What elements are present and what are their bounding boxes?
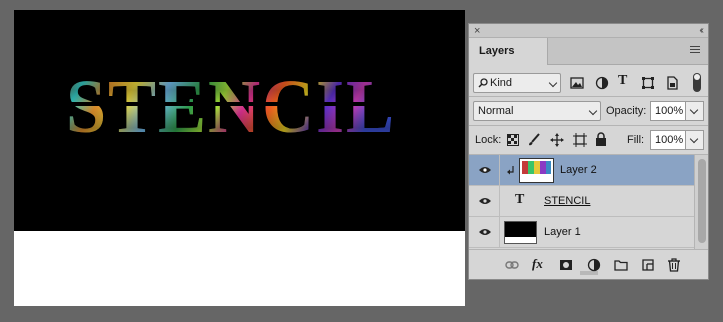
layer-thumbnail — [504, 221, 537, 244]
layers-list: Layer 2 T STENCIL Layer 1 — [469, 155, 694, 249]
lock-label: Lock: — [475, 134, 502, 146]
add-mask-icon[interactable] — [559, 258, 573, 272]
visibility-toggle[interactable] — [469, 155, 500, 186]
blend-mode-select[interactable]: Normal — [473, 101, 601, 121]
collapse-panel-icon[interactable]: ‹‹ — [699, 24, 703, 38]
tab-layers[interactable]: Layers — [469, 38, 548, 65]
lock-artboard-icon[interactable] — [573, 133, 587, 147]
panel-tab-bar: Layers — [469, 38, 708, 65]
divider — [469, 96, 708, 97]
fill-input[interactable]: 100% — [650, 130, 686, 150]
lock-image-icon[interactable] — [527, 133, 541, 147]
type-layer-icon: T — [515, 192, 525, 207]
pixel-filter-icon[interactable] — [570, 76, 584, 90]
layer-name[interactable]: STENCIL — [544, 186, 590, 217]
lock-all-icon[interactable] — [595, 132, 607, 146]
stencil-artwork: STENCIL STENCIL — [64, 65, 404, 149]
adjustment-filter-icon[interactable] — [595, 76, 609, 90]
layer-row-layer-1[interactable]: Layer 1 — [469, 217, 694, 248]
layer-thumbnail — [519, 158, 554, 183]
opacity-dropdown[interactable] — [686, 101, 704, 121]
resize-grip-icon[interactable] — [580, 271, 598, 275]
chevron-down-icon — [588, 106, 598, 116]
visibility-toggle[interactable] — [469, 186, 500, 217]
chevron-down-icon — [689, 134, 699, 144]
new-adjustment-icon[interactable] — [587, 258, 601, 272]
eye-icon — [479, 198, 491, 204]
stencil-text-shading: STENCIL — [66, 65, 396, 149]
layers-scrollbar[interactable] — [694, 155, 708, 249]
divider — [469, 125, 708, 126]
lock-row: Lock: Fill: 100% — [469, 128, 708, 152]
layer-row-layer-2[interactable]: Layer 2 — [469, 155, 694, 186]
blend-mode-value: Normal — [478, 105, 514, 117]
thumbnail-art — [522, 161, 551, 180]
opacity-input[interactable]: 100% — [650, 101, 686, 121]
search-icon — [478, 78, 488, 88]
eye-icon — [479, 167, 491, 173]
fill-dropdown[interactable] — [686, 130, 704, 150]
lock-transparent-icon[interactable] — [507, 134, 519, 146]
layer-name[interactable]: Layer 2 — [560, 155, 597, 186]
visibility-toggle[interactable] — [469, 217, 500, 248]
chevron-down-icon — [548, 78, 558, 88]
fill-label: Fill: — [627, 134, 645, 146]
shape-filter-icon[interactable] — [641, 76, 655, 90]
blend-row: Normal Opacity: 100% — [469, 99, 708, 123]
panel-title-bar[interactable]: × ‹‹ — [469, 24, 708, 38]
new-layer-icon[interactable] — [641, 258, 655, 272]
close-panel-icon[interactable]: × — [474, 24, 480, 38]
kind-filter-select[interactable]: Kind — [473, 73, 561, 93]
kind-filter-value: Kind — [490, 77, 513, 89]
eye-icon — [479, 229, 491, 235]
new-group-icon[interactable] — [614, 258, 628, 272]
chevron-down-icon — [689, 105, 699, 115]
link-layers-icon[interactable] — [505, 258, 519, 272]
clipping-mask-arrow-icon — [507, 166, 514, 175]
layers-panel: × ‹‹ Layers Kind T Normal Opacity: 100% … — [468, 23, 709, 280]
stencil-bridges — [64, 102, 404, 106]
opacity-label: Opacity: — [606, 105, 647, 117]
delete-layer-icon[interactable] — [667, 258, 681, 272]
panel-menu-icon[interactable] — [690, 46, 700, 55]
scrollbar-thumb[interactable] — [698, 159, 706, 243]
filter-row: Kind T — [469, 71, 708, 95]
filter-toggle[interactable] — [693, 73, 701, 92]
layer-row-stencil[interactable]: T STENCIL — [469, 186, 694, 217]
document-canvas[interactable]: STENCIL STENCIL — [14, 10, 465, 306]
type-filter-icon[interactable]: T — [618, 74, 632, 88]
layer-name[interactable]: Layer 1 — [544, 217, 581, 248]
smart-object-filter-icon[interactable] — [665, 76, 679, 90]
lock-position-icon[interactable] — [550, 133, 564, 147]
fx-icon[interactable]: fx — [532, 256, 550, 271]
